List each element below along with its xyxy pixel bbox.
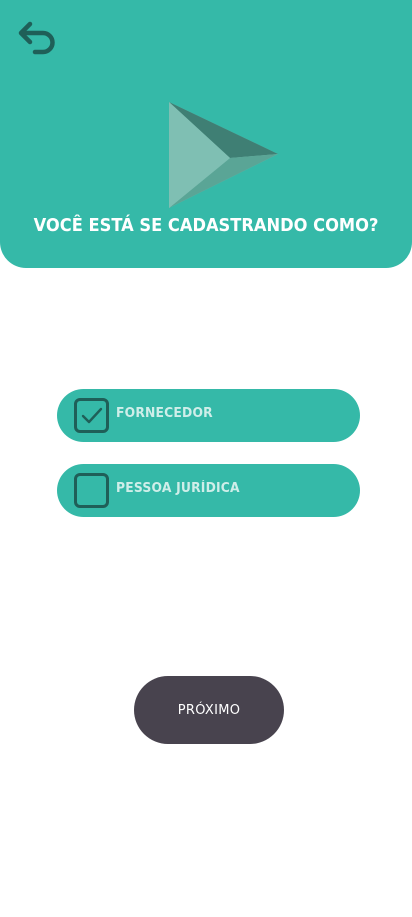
next-button[interactable]: PRÓXIMO xyxy=(134,676,284,744)
option-label: PESSOA JURÍDICA xyxy=(116,481,240,496)
registration-type-screen: VOCÊ ESTÁ SE CADASTRANDO COMO? FORNECEDO… xyxy=(0,0,412,917)
undo-arrow-icon xyxy=(18,21,55,55)
checkbox-checked[interactable] xyxy=(74,398,109,433)
back-button[interactable] xyxy=(14,16,60,58)
option-pessoa-juridica[interactable]: PESSOA JURÍDICA xyxy=(57,464,360,517)
page-title: VOCÊ ESTÁ SE CADASTRANDO COMO? xyxy=(33,216,379,236)
checkbox-unchecked[interactable] xyxy=(74,473,109,508)
option-fornecedor[interactable]: FORNECEDOR xyxy=(57,389,360,442)
option-label: FORNECEDOR xyxy=(116,406,213,421)
header: VOCÊ ESTÁ SE CADASTRANDO COMO? xyxy=(0,0,412,268)
play-triangle-logo xyxy=(169,102,278,208)
checkmark-icon xyxy=(81,407,103,424)
